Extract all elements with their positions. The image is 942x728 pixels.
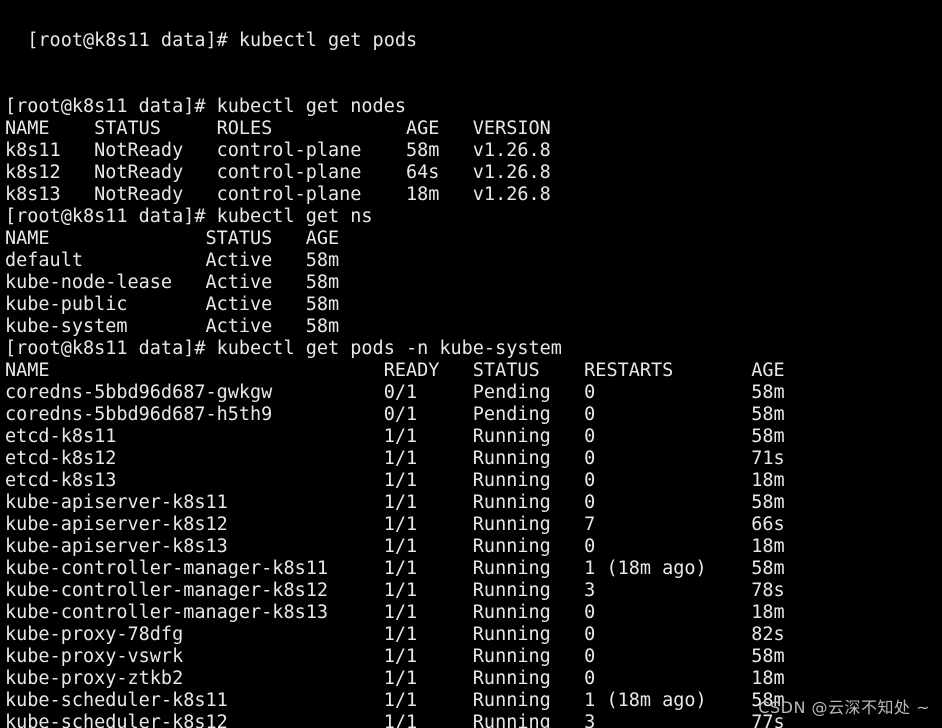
terminal-output-line: kube-public Active 58m — [5, 294, 340, 315]
terminal-window[interactable]: [root@k8s11 data]# kubectl get pods [roo… — [0, 0, 942, 728]
terminal-output-line: kube-apiserver-k8s11 1/1 Running 0 58m — [5, 492, 785, 513]
terminal-output-line: kube-apiserver-k8s13 1/1 Running 0 18m — [5, 536, 785, 557]
terminal-output-line: etcd-k8s12 1/1 Running 0 71s — [5, 448, 785, 469]
terminal-output-line: kube-node-lease Active 58m — [5, 272, 340, 293]
terminal-output-line: kube-controller-manager-k8s11 1/1 Runnin… — [5, 558, 785, 579]
watermark-text: CSDN @云深不知处 ~ — [758, 698, 930, 717]
terminal-command-line: [root@k8s11 data]# kubectl get pods -n k… — [5, 338, 562, 359]
terminal-screen[interactable]: [root@k8s11 data]# kubectl get pods [roo… — [5, 0, 935, 728]
terminal-output-line: k8s12 NotReady control-plane 64s v1.26.8 — [5, 162, 551, 183]
terminal-line-partial: [root@k8s11 data]# kubectl get pods — [5, 30, 418, 51]
terminal-output-line: etcd-k8s11 1/1 Running 0 58m — [5, 426, 785, 447]
terminal-output-line: kube-apiserver-k8s12 1/1 Running 7 66s — [5, 514, 785, 535]
terminal-output-line: default Active 58m — [5, 250, 340, 271]
terminal-command-line: [root@k8s11 data]# kubectl get ns — [5, 206, 373, 227]
terminal-output-line: kube-proxy-ztkb2 1/1 Running 0 18m — [5, 668, 785, 689]
terminal-output-line: kube-controller-manager-k8s13 1/1 Runnin… — [5, 602, 785, 623]
terminal-output-line: kube-controller-manager-k8s12 1/1 Runnin… — [5, 580, 785, 601]
terminal-output-line: kube-proxy-78dfg 1/1 Running 0 82s — [5, 624, 785, 645]
terminal-command-line: [root@k8s11 data]# kubectl get nodes — [5, 96, 406, 117]
terminal-header-line: NAME STATUS AGE — [5, 228, 340, 249]
terminal-output-line: k8s13 NotReady control-plane 18m v1.26.8 — [5, 184, 551, 205]
terminal-output-line: etcd-k8s13 1/1 Running 0 18m — [5, 470, 785, 491]
terminal-output-line: coredns-5bbd96d687-gwkgw 0/1 Pending 0 5… — [5, 382, 785, 403]
terminal-output-line: kube-system Active 58m — [5, 316, 340, 337]
terminal-output-line: coredns-5bbd96d687-h5th9 0/1 Pending 0 5… — [5, 404, 785, 425]
terminal-header-line: NAME STATUS ROLES AGE VERSION — [5, 118, 551, 139]
terminal-header-line: NAME READY STATUS RESTARTS AGE — [5, 360, 785, 381]
terminal-output-line: k8s11 NotReady control-plane 58m v1.26.8 — [5, 140, 551, 161]
terminal-output-line: kube-proxy-vswrk 1/1 Running 0 58m — [5, 646, 785, 667]
